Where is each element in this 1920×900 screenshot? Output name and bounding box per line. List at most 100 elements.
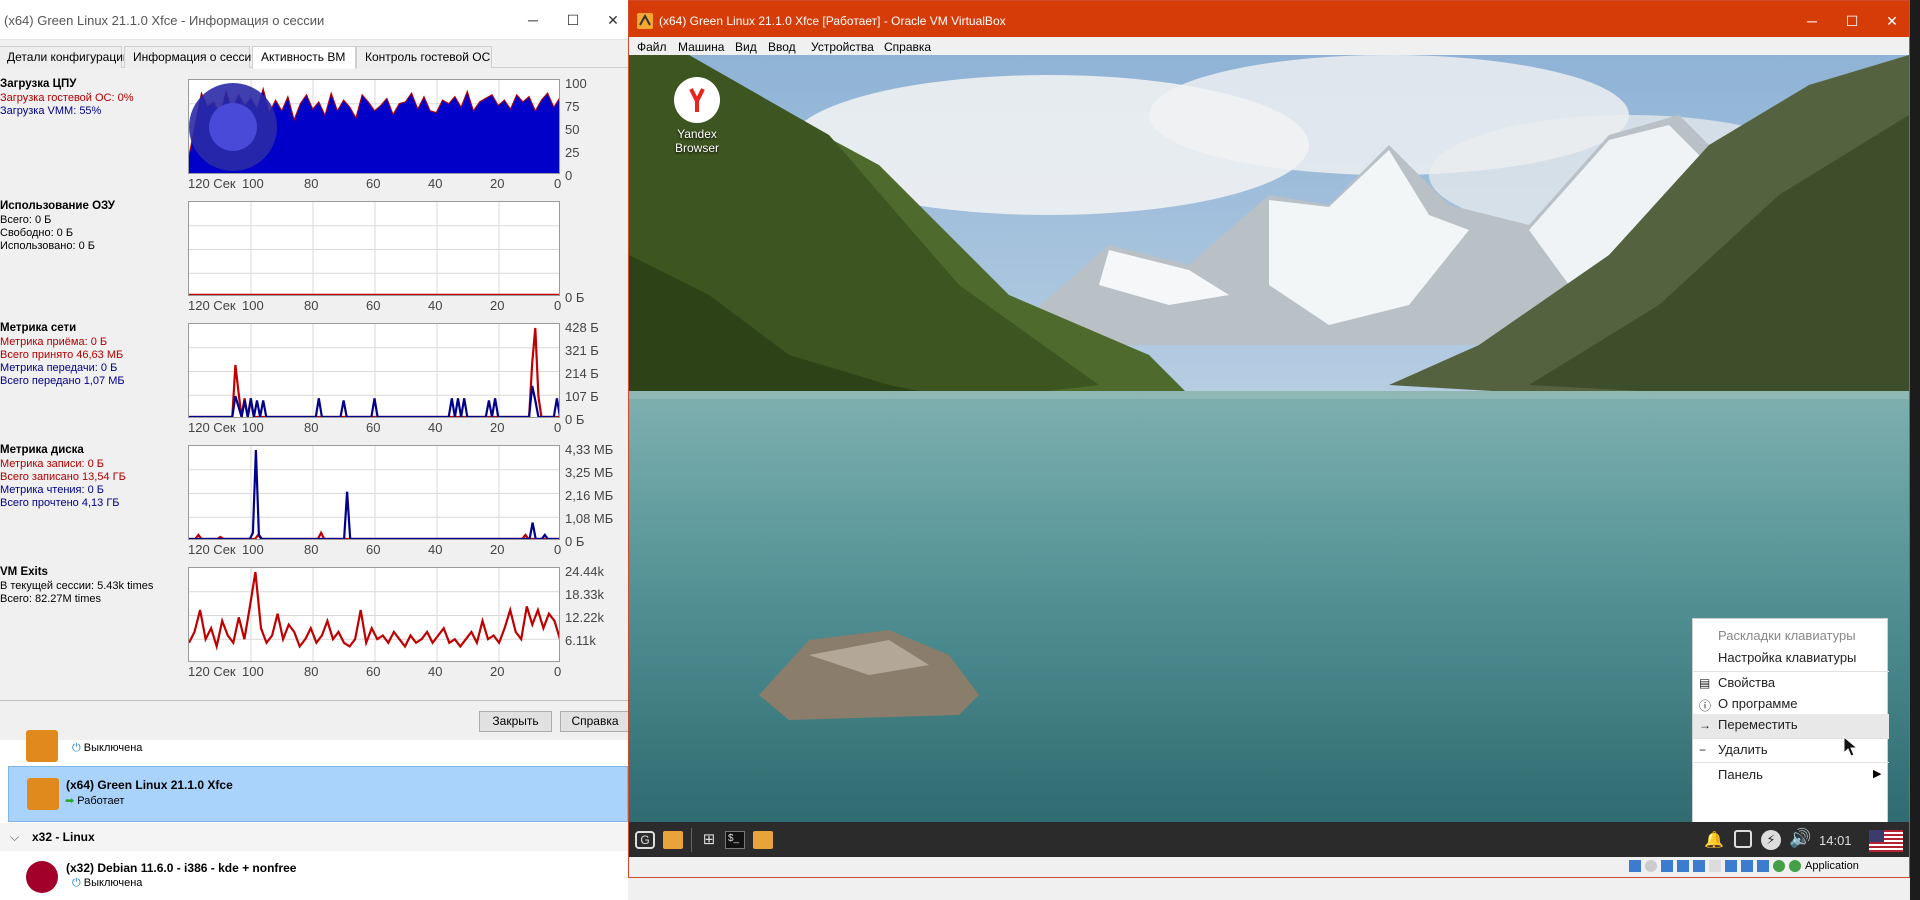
maximize-button[interactable]: ☐ xyxy=(558,8,588,32)
cpu-ytick: 100 xyxy=(565,76,587,91)
power-off-icon: ⏻ xyxy=(72,877,81,889)
minimize-button[interactable]: ─ xyxy=(518,8,548,32)
ctx-properties[interactable]: Свойства xyxy=(1718,675,1775,690)
session-window-titlebar[interactable]: (x64) Green Linux 21.1.0 Xfce - Информац… xyxy=(0,0,628,40)
app-grid-icon[interactable]: ⊞ xyxy=(699,831,719,849)
tab-guest-control[interactable]: Контроль гостевой ОС xyxy=(356,46,492,68)
virtualbox-icon xyxy=(637,13,653,29)
exits-ytick: 18.33k xyxy=(565,587,605,602)
x-tick-label: 100 xyxy=(242,176,264,191)
optical-drive-icon[interactable] xyxy=(1645,860,1657,872)
hard-disk-icon[interactable] xyxy=(1629,860,1641,872)
panel-separator xyxy=(691,828,692,852)
x-tick-label: 20 xyxy=(490,664,505,679)
tab-config-details[interactable]: Детали конфигурации xyxy=(0,46,130,68)
disk-total-read: Всего прочтено 4,13 ГБ xyxy=(0,497,120,509)
net-ytick: 321 Б xyxy=(565,343,599,358)
xfce-panel: G ⊞ $_ 🔔 ⚡ 🔊 14:01 xyxy=(629,822,1909,858)
us-flag-icon[interactable] xyxy=(1869,830,1903,852)
minimize-button[interactable]: ─ xyxy=(1797,9,1827,33)
close-window-button[interactable]: ✕ xyxy=(1877,9,1907,33)
menu-help[interactable]: Справка xyxy=(884,40,931,54)
tab-session-info[interactable]: Информация о сессии xyxy=(124,46,258,68)
power-off-icon: ⏻ xyxy=(72,742,81,754)
guest-desktop[interactable]: Yandex Browser Раскладки клавиатуры Наст… xyxy=(629,55,1909,823)
network-metric-title: Метрика сети xyxy=(0,322,77,334)
close-button[interactable]: Закрыть xyxy=(479,711,552,732)
yandex-browser-icon xyxy=(674,77,720,123)
menu-file[interactable]: Файл xyxy=(637,40,667,54)
exits-ytick: 6.11k xyxy=(565,633,596,648)
vbox-titlebar[interactable]: (x64) Green Linux 21.1.0 Xfce [Работает]… xyxy=(629,1,1909,41)
terminal-icon[interactable]: $_ xyxy=(725,831,745,849)
file-manager-icon[interactable] xyxy=(663,831,683,849)
debian-icon xyxy=(26,861,58,893)
ram-chart xyxy=(188,201,560,296)
usb-icon[interactable] xyxy=(1693,860,1705,872)
x-tick-label: 100 xyxy=(242,664,264,679)
ctx-keyboard-layouts: Раскладки клавиатуры xyxy=(1718,628,1856,643)
maximize-button[interactable]: ☐ xyxy=(1837,9,1867,33)
display-icon[interactable] xyxy=(1725,860,1737,872)
menu-devices[interactable]: Устройства xyxy=(811,40,874,54)
x-tick-label: 80 xyxy=(304,542,319,557)
ctx-about[interactable]: О программе xyxy=(1718,696,1798,711)
x-tick-label: 100 xyxy=(242,420,264,435)
vm-name: (x64) Green Linux 21.1.0 Xfce xyxy=(66,778,233,792)
recording-icon[interactable] xyxy=(1741,860,1753,872)
vm-list-item-selected[interactable]: (x64) Green Linux 21.1.0 Xfce ➡ Работает xyxy=(8,766,628,822)
disk-total-written: Всего записано 13,54 ГБ xyxy=(0,471,126,483)
vm-state-label: Выключена xyxy=(83,877,143,889)
arrow-right-icon: → xyxy=(1699,718,1711,732)
cpu-ytick: 50 xyxy=(565,122,580,137)
notification-bell-icon[interactable]: 🔔 xyxy=(1704,830,1724,850)
close-window-button[interactable]: ✕ xyxy=(598,8,628,32)
menu-input[interactable]: Ввод xyxy=(768,40,796,54)
mouse-integration-icon[interactable] xyxy=(1773,860,1785,872)
screen-edge xyxy=(1910,0,1920,900)
x-tick-label: 40 xyxy=(428,542,443,557)
screenshot-icon[interactable] xyxy=(1734,830,1752,848)
x-tick-label: 60 xyxy=(366,542,381,557)
x-tick-label: 0 xyxy=(554,420,562,435)
vt-x-icon[interactable] xyxy=(1757,860,1769,872)
ctx-move[interactable]: Переместить xyxy=(1718,717,1798,732)
x-tick-label: 20 xyxy=(490,298,505,313)
ctx-panel[interactable]: Панель xyxy=(1718,767,1763,782)
audio-icon[interactable] xyxy=(1661,860,1673,872)
vmexits-session: В текущей сессии: 5.43k times xyxy=(0,580,154,592)
power-manager-icon[interactable]: ⚡ xyxy=(1761,830,1781,850)
tab-vm-activity[interactable]: Активность ВМ xyxy=(252,46,356,69)
folder-icon[interactable] xyxy=(753,831,773,849)
menu-machine[interactable]: Машина xyxy=(678,40,724,54)
ctx-keyboard-settings[interactable]: Настройка клавиатуры xyxy=(1718,650,1856,665)
virtualbox-vm-window: (x64) Green Linux 21.1.0 Xfce [Работает]… xyxy=(628,0,1910,878)
help-button[interactable]: Справка xyxy=(560,711,630,732)
disk-ytick: 0 Б xyxy=(565,534,585,549)
vm-list-item[interactable]: (x32) Debian 11.6.0 - i386 - kde + nonfr… xyxy=(8,852,628,900)
volume-icon[interactable]: 🔊 xyxy=(1789,828,1811,849)
keyboard-capture-icon[interactable] xyxy=(1789,860,1801,872)
disk-ytick: 4,33 МБ xyxy=(565,442,614,457)
net-ytick: 428 Б xyxy=(565,320,599,335)
panel-clock[interactable]: 14:01 xyxy=(1819,833,1852,848)
vm-group-header[interactable]: ⌵ x32 - Linux xyxy=(0,823,628,851)
shared-folders-icon[interactable] xyxy=(1709,860,1721,872)
x-tick-label: 120 Сек xyxy=(188,176,236,191)
ram-ytick: 0 Б xyxy=(565,290,585,305)
vm-os-icon xyxy=(27,778,59,810)
x-tick-label: 80 xyxy=(304,420,319,435)
mouse-cursor-icon xyxy=(1843,736,1859,757)
yandex-browser-shortcut[interactable]: Yandex Browser xyxy=(657,77,737,155)
menu-view[interactable]: Вид xyxy=(735,40,757,54)
network-icon[interactable] xyxy=(1677,860,1689,872)
vm-list-item[interactable]: ⏻ Выключена xyxy=(8,730,628,765)
x-tick-label: 40 xyxy=(428,420,443,435)
vm-state-label: Выключена xyxy=(83,742,143,754)
running-arrow-icon: ➡ xyxy=(65,795,75,807)
ctx-remove[interactable]: Удалить xyxy=(1718,742,1768,757)
host-key-label[interactable]: Application xyxy=(1805,860,1859,872)
app-menu-icon[interactable]: G xyxy=(635,831,655,849)
x-tick-label: 120 Сек xyxy=(188,542,236,557)
chevron-down-icon[interactable]: ⌵ xyxy=(10,830,19,845)
